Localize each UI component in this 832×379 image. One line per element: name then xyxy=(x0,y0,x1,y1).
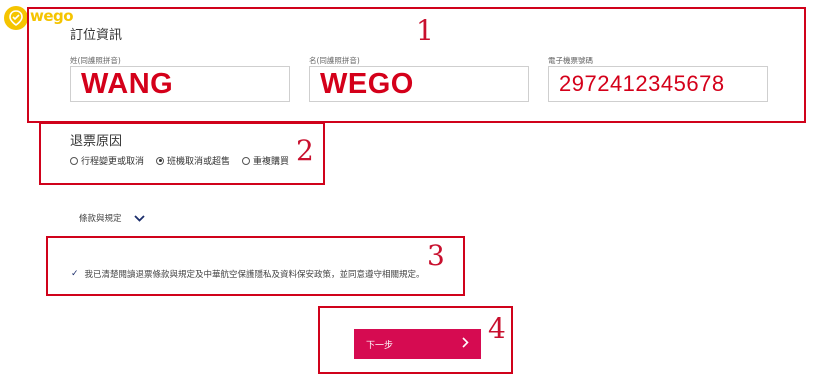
reason-option-duplicate-purchase[interactable]: 重複購買 xyxy=(242,154,289,167)
ticket-number-field[interactable]: 2972412345678 xyxy=(548,66,768,102)
annotation-number-4: 4 xyxy=(488,312,506,345)
chevron-down-icon[interactable] xyxy=(133,211,145,225)
last-name-field[interactable]: WANG xyxy=(70,66,290,102)
first-name-label: 名(同護照拼音) xyxy=(309,56,360,65)
reason-option-itinerary-change[interactable]: 行程變更或取消 xyxy=(70,154,144,167)
chevron-right-icon xyxy=(462,336,469,352)
last-name-value: WANG xyxy=(81,67,174,100)
radio-unselected-icon[interactable] xyxy=(242,156,251,165)
wego-logo-icon xyxy=(4,6,28,30)
booking-info-title: 訂位資訊 xyxy=(70,28,123,43)
last-name-label: 姓(同護照拼音) xyxy=(70,56,121,65)
radio-unselected-icon[interactable] xyxy=(70,156,78,165)
refund-reason-title: 退票原因 xyxy=(70,134,123,149)
next-step-button[interactable]: 下一步 xyxy=(354,329,481,359)
annotation-number-2: 2 xyxy=(296,134,314,167)
agreement-row[interactable]: ✓ 我已清楚閱讀退票條款與規定及中華航空保護隱私及資料保安政策，並同意遵守相關規… xyxy=(71,268,425,280)
annotation-number-3: 3 xyxy=(427,239,445,272)
next-step-label: 下一步 xyxy=(366,340,394,351)
terms-link-label: 條款與規定 xyxy=(79,214,122,224)
annotation-box-3 xyxy=(46,236,465,296)
first-name-field[interactable]: WEGO xyxy=(309,66,529,102)
refund-reason-options: 行程變更或取消 班機取消或超售 重複購買 xyxy=(70,154,289,167)
ticket-number-label: 電子機票號碼 xyxy=(548,56,593,65)
checkbox-checked-icon[interactable]: ✓ xyxy=(71,269,79,279)
ticket-number-value: 2972412345678 xyxy=(559,71,725,96)
reason-option-flight-cancelled[interactable]: 班機取消或超售 xyxy=(156,154,230,167)
agreement-text: 我已清楚閱讀退票條款與規定及中華航空保護隱私及資料保安政策，並同意遵守相關規定。 xyxy=(84,270,425,280)
pin-icon xyxy=(9,10,23,26)
annotation-number-1: 1 xyxy=(416,14,434,47)
terms-and-rules-toggle[interactable]: 條款與規定 xyxy=(79,211,145,225)
first-name-value: WEGO xyxy=(320,67,414,100)
radio-selected-icon[interactable] xyxy=(156,156,165,165)
